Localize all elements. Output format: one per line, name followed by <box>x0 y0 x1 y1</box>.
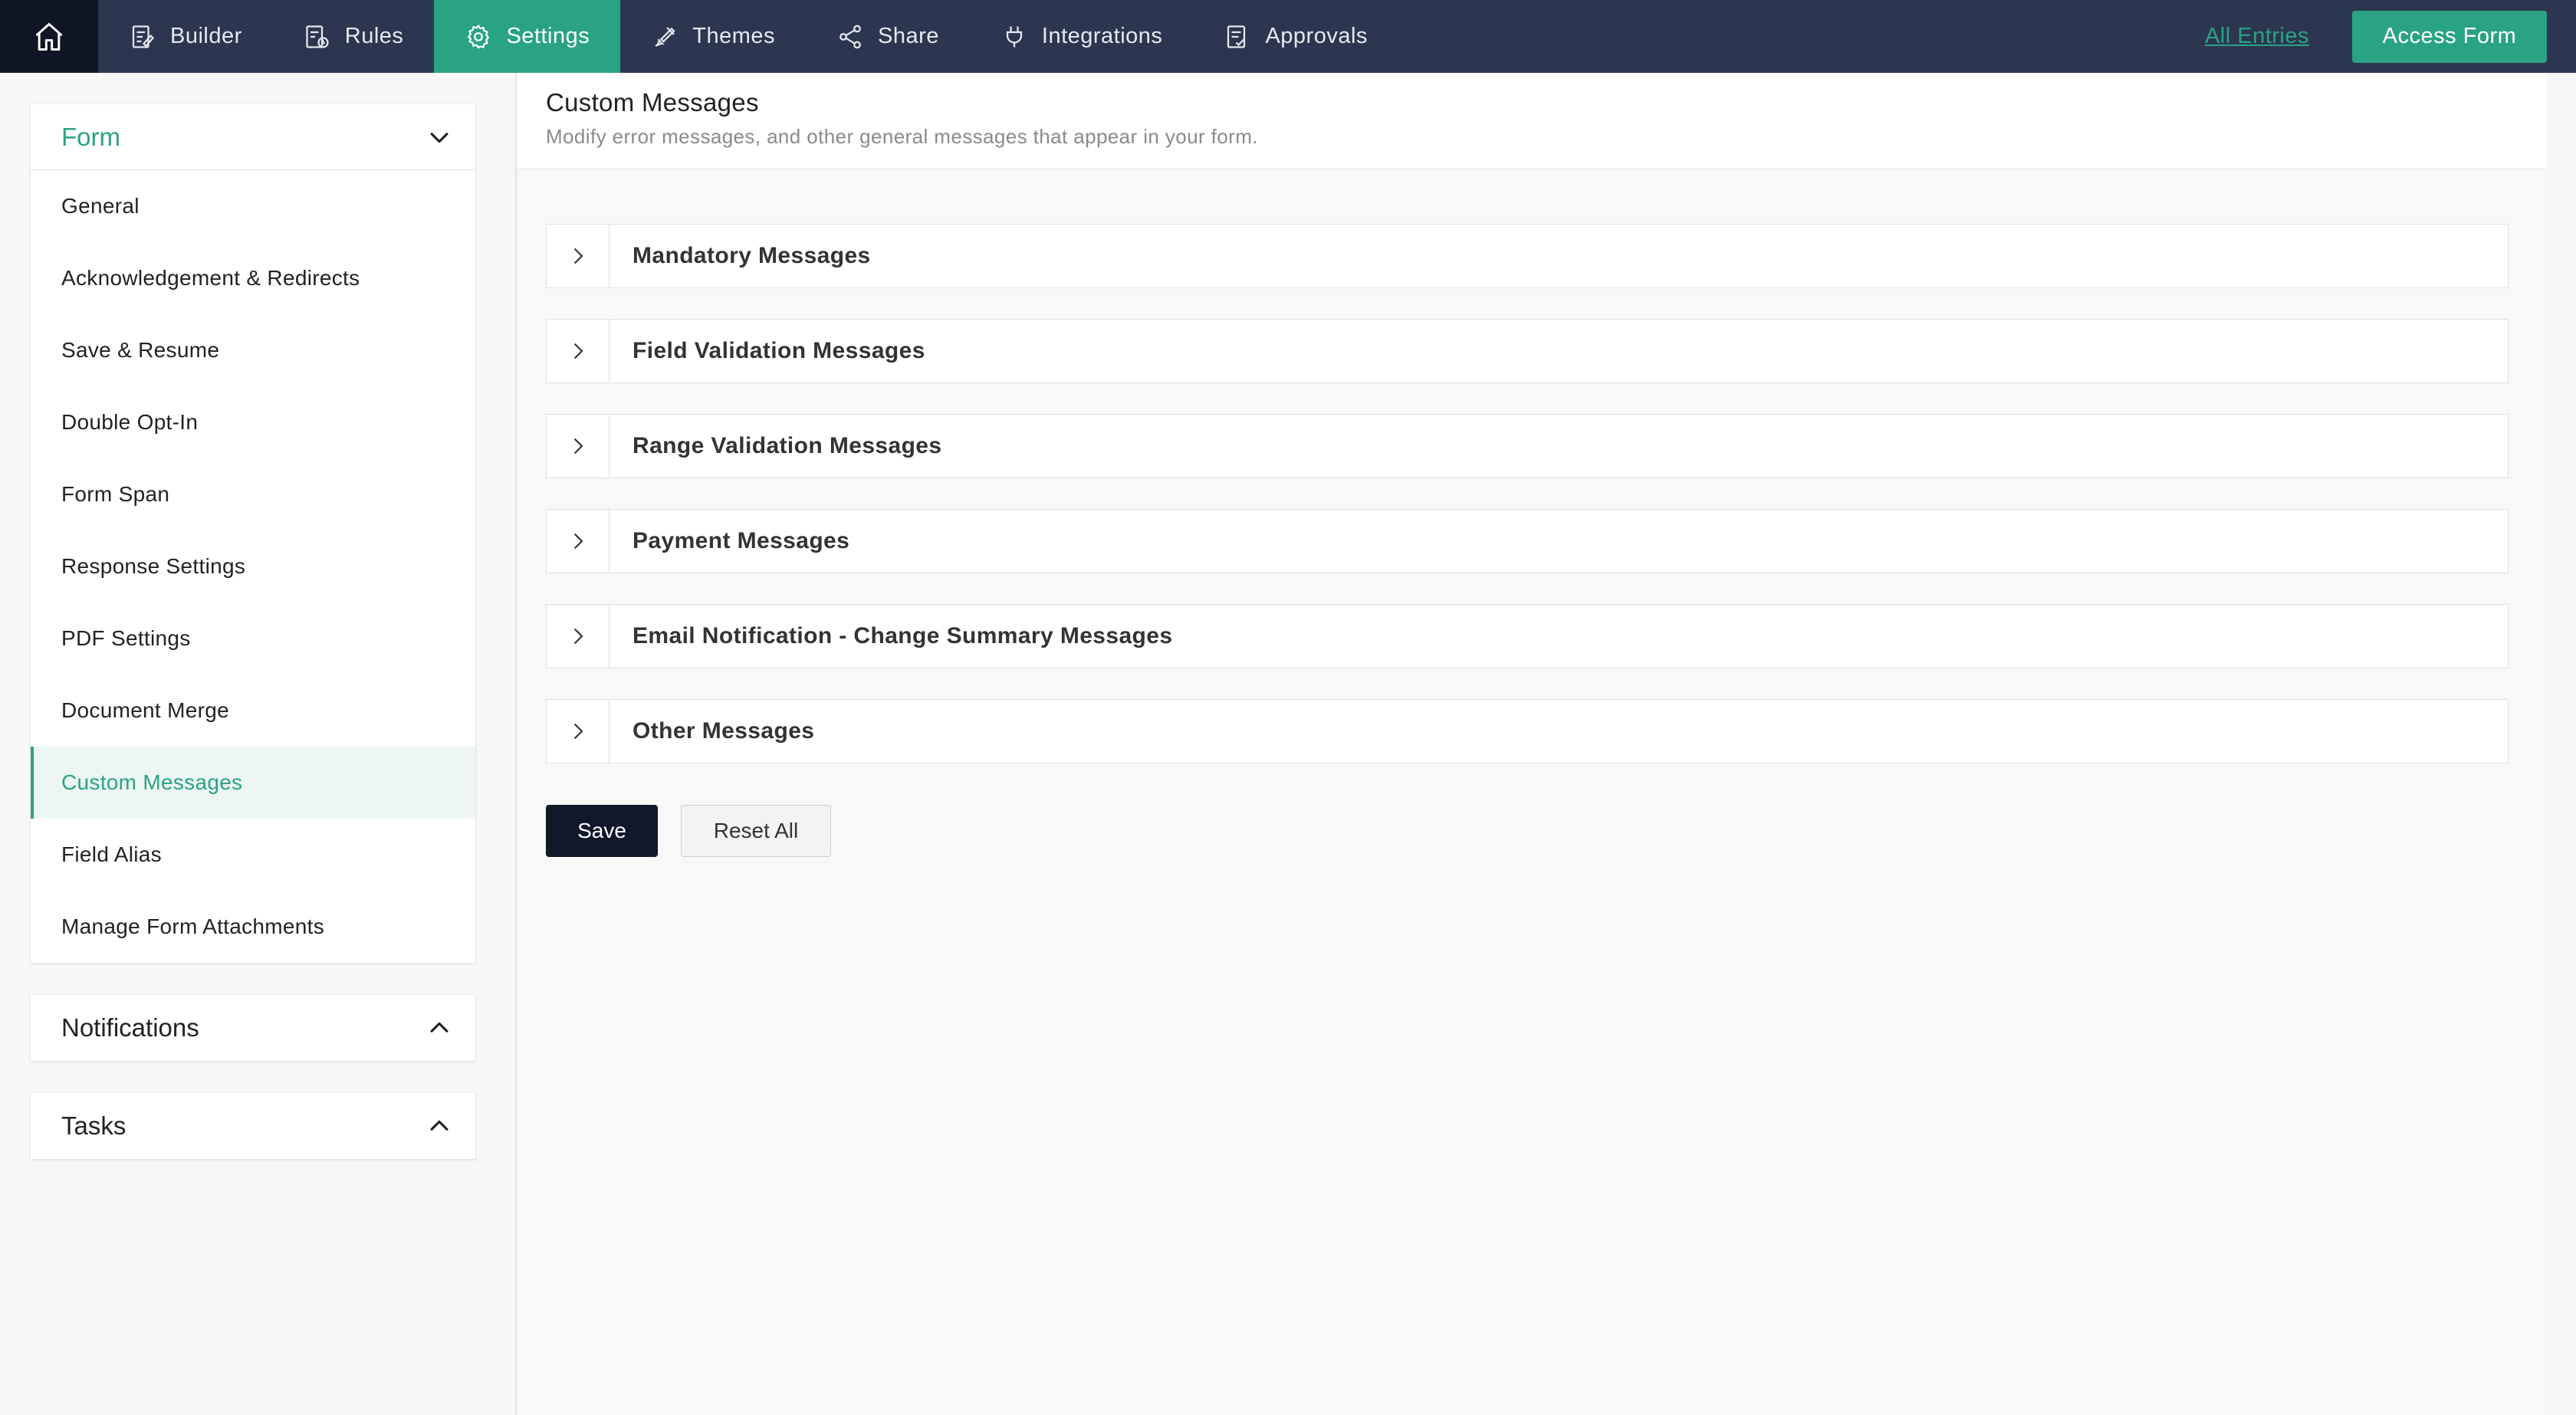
sidebar-item-double-opt-in[interactable]: Double Opt-In <box>31 386 475 458</box>
section-toggle[interactable] <box>547 700 610 763</box>
sidebar-item-response-settings[interactable]: Response Settings <box>31 530 475 602</box>
paint-brush-icon <box>655 26 675 47</box>
nav-share[interactable]: Share <box>806 0 970 73</box>
section-range-validation-messages[interactable]: Range Validation Messages <box>546 414 2509 478</box>
chevron-right-icon <box>573 343 583 359</box>
main-content: Custom Messages Modify error messages, a… <box>517 73 2547 1415</box>
section-label: Payment Messages <box>632 528 850 553</box>
section-payment-messages[interactable]: Payment Messages <box>546 509 2509 573</box>
section-toggle[interactable] <box>547 510 610 573</box>
section-toggle[interactable] <box>547 225 610 287</box>
tasks-panel-title: Tasks <box>61 1111 127 1140</box>
form-panel-header[interactable]: Form <box>31 104 475 170</box>
section-label: Other Messages <box>632 718 815 744</box>
nav-rules-label: Rules <box>344 24 404 48</box>
chevron-right-icon <box>573 724 583 739</box>
sidebar-item-general[interactable]: General <box>31 170 475 242</box>
home-icon <box>35 22 63 51</box>
page-header: Custom Messages Modify error messages, a… <box>517 73 2547 169</box>
nav-settings-label: Settings <box>506 24 590 48</box>
form-panel: Form General Acknowledgement & Redirects… <box>31 104 475 963</box>
share-icon <box>840 25 861 48</box>
save-button[interactable]: Save <box>546 805 658 857</box>
section-mandatory-messages[interactable]: Mandatory Messages <box>546 224 2509 288</box>
all-entries-link[interactable]: All Entries <box>2205 24 2309 49</box>
sidebar-item-field-alias[interactable]: Field Alias <box>31 819 475 891</box>
sidebar-item-manage-form-attachments[interactable]: Manage Form Attachments <box>31 891 475 963</box>
section-label: Mandatory Messages <box>632 243 871 268</box>
section-label: Range Validation Messages <box>632 433 942 458</box>
section-label: Email Notification - Change Summary Mess… <box>632 623 1173 648</box>
chevron-right-icon <box>573 438 583 454</box>
sidebar-item-save-resume[interactable]: Save & Resume <box>31 314 475 386</box>
gear-icon <box>468 24 490 49</box>
chevron-right-icon <box>573 248 583 264</box>
nav-builder-label: Builder <box>170 24 242 48</box>
access-form-button[interactable]: Access Form <box>2352 10 2547 63</box>
form-actions: Save Reset All <box>546 805 831 857</box>
chevron-down-icon <box>430 132 449 143</box>
chevron-up-icon <box>430 1120 449 1131</box>
section-field-validation-messages[interactable]: Field Validation Messages <box>546 319 2509 383</box>
section-toggle[interactable] <box>547 320 610 382</box>
form-panel-title: Form <box>61 122 120 151</box>
nav-themes-label: Themes <box>692 24 775 48</box>
nav-integrations-label: Integrations <box>1041 24 1163 48</box>
sidebar-item-document-merge[interactable]: Document Merge <box>31 675 475 747</box>
page-title: Custom Messages <box>546 88 759 117</box>
chevron-up-icon <box>430 1022 449 1033</box>
section-email-notification-change-summary[interactable]: Email Notification - Change Summary Mess… <box>546 604 2509 668</box>
sidebar-item-custom-messages[interactable]: Custom Messages <box>31 747 475 819</box>
rules-icon <box>306 25 329 48</box>
top-nav: Builder Rules Settings Themes Share Inte… <box>0 0 2576 73</box>
home-button[interactable] <box>0 0 98 73</box>
notifications-panel: Notifications <box>31 995 475 1061</box>
sidebar-item-pdf-settings[interactable]: PDF Settings <box>31 602 475 675</box>
nav-approvals[interactable]: Approvals <box>1193 0 1398 73</box>
tasks-panel: Tasks <box>31 1093 475 1159</box>
plug-icon <box>1006 26 1023 47</box>
sidebar-item-form-span[interactable]: Form Span <box>31 458 475 530</box>
sidebar-item-acknowledgement-redirects[interactable]: Acknowledgement & Redirects <box>31 242 475 314</box>
nav-rules[interactable]: Rules <box>273 0 435 73</box>
section-toggle[interactable] <box>547 415 610 478</box>
nav-settings[interactable]: Settings <box>434 0 621 73</box>
notifications-panel-title: Notifications <box>61 1013 199 1042</box>
notifications-panel-header[interactable]: Notifications <box>31 995 475 1061</box>
nav-approvals-label: Approvals <box>1265 24 1368 48</box>
chevron-right-icon <box>573 533 583 549</box>
approvals-icon <box>1227 25 1246 48</box>
message-sections: Mandatory Messages Field Validation Mess… <box>546 224 2509 794</box>
section-toggle[interactable] <box>547 605 610 668</box>
nav-share-label: Share <box>878 24 939 48</box>
nav-builder[interactable]: Builder <box>98 0 273 73</box>
nav-integrations[interactable]: Integrations <box>970 0 1194 73</box>
section-other-messages[interactable]: Other Messages <box>546 699 2509 763</box>
tasks-panel-header[interactable]: Tasks <box>31 1093 475 1159</box>
page-subtitle: Modify error messages, and other general… <box>546 125 1258 148</box>
builder-icon <box>132 25 155 48</box>
topbar-actions: All Entries Access Form <box>2205 0 2576 73</box>
chevron-right-icon <box>573 629 583 644</box>
section-label: Field Validation Messages <box>632 338 925 363</box>
reset-all-button[interactable]: Reset All <box>681 805 831 857</box>
settings-sidebar: Form General Acknowledgement & Redirects… <box>31 104 475 1191</box>
nav-themes[interactable]: Themes <box>620 0 806 73</box>
